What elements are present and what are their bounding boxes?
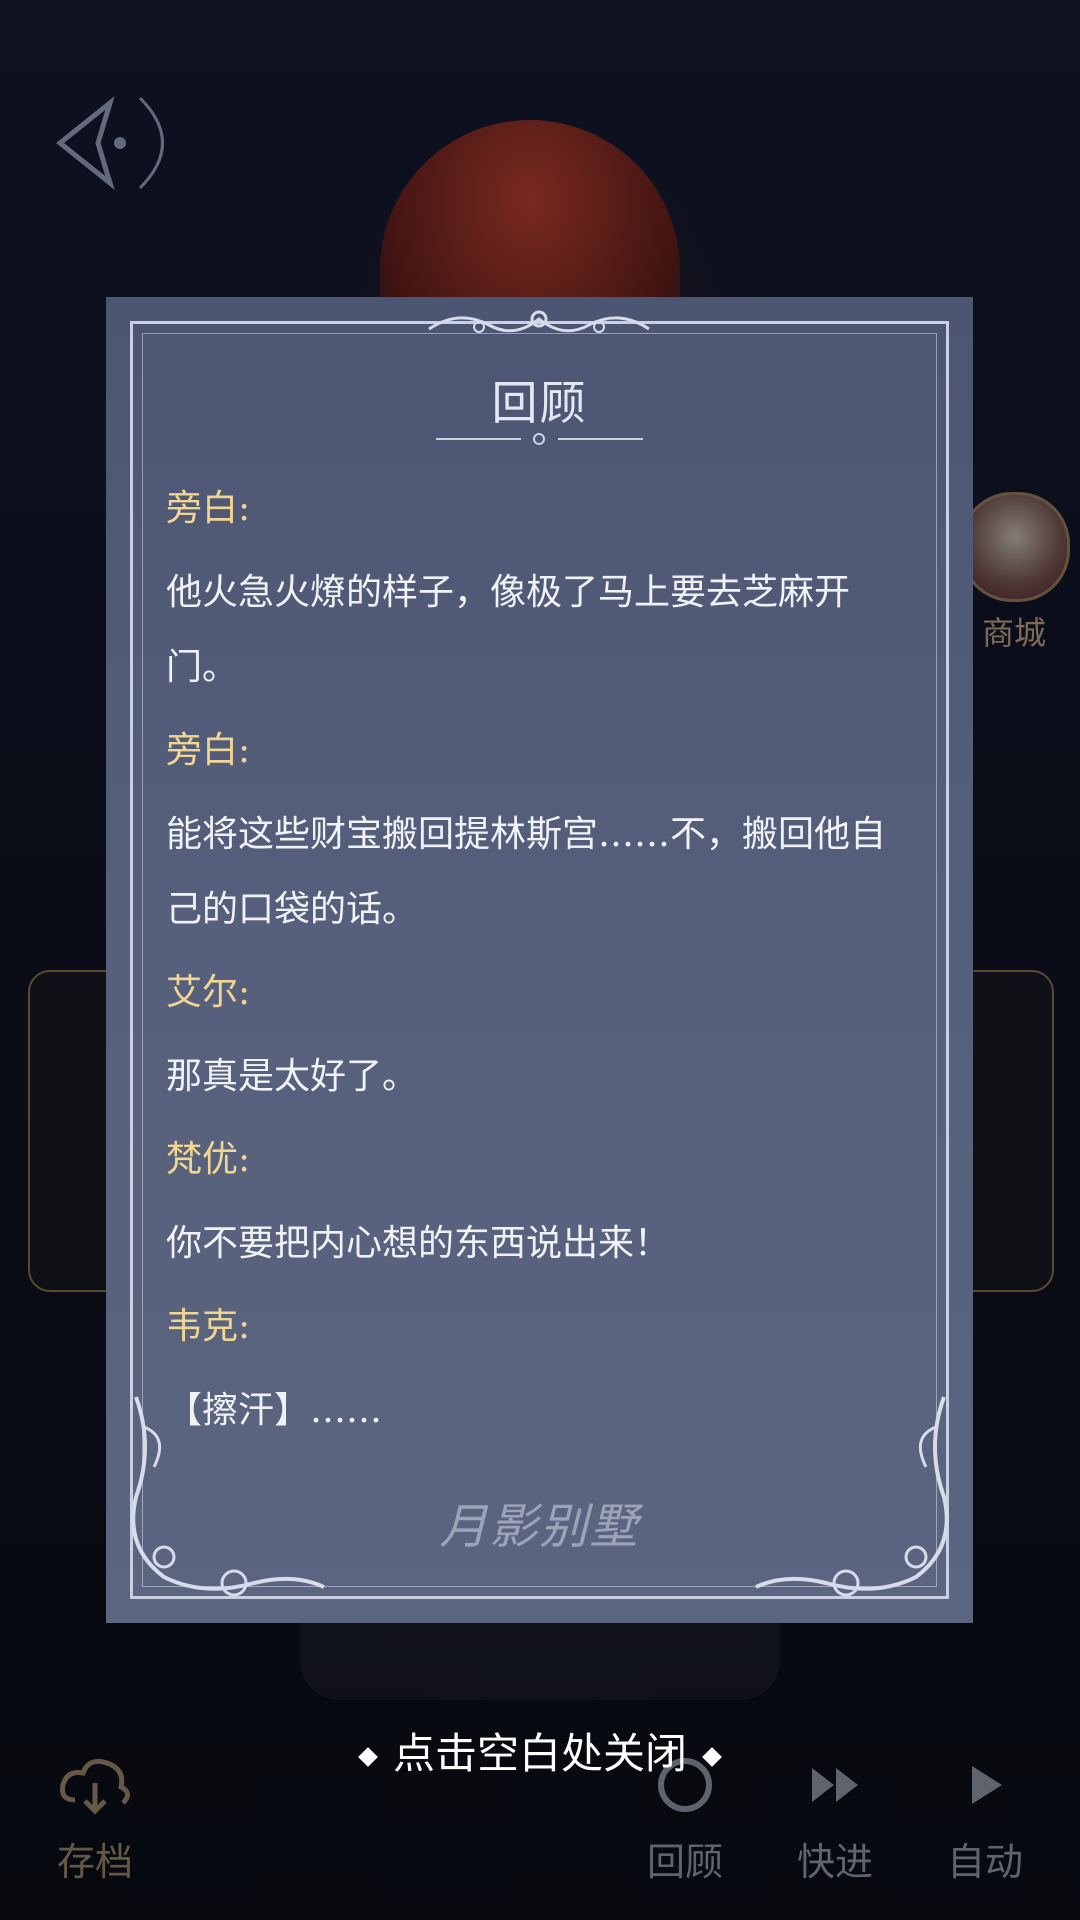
speaker-name: 旁白: <box>166 488 251 529</box>
review-label: 回顾 <box>646 1840 723 1884</box>
close-hint-text: 点击空白处关闭 <box>392 1729 687 1778</box>
back-arrow-icon <box>55 96 164 190</box>
speaker-name: 旁白: <box>166 730 251 771</box>
shop-button[interactable]: 商城 <box>960 492 1070 654</box>
diamond-icon <box>358 1747 378 1767</box>
save-label: 存档 <box>56 1840 133 1884</box>
review-log: 旁白: 他火急火燎的样子，像极了马上要去芝麻开门。 旁白: 能将这些财宝搬回提林… <box>166 481 916 1466</box>
auto-label: 自动 <box>946 1840 1023 1884</box>
back-button[interactable] <box>50 88 190 198</box>
close-hint[interactable]: 点击空白处关闭 <box>0 1720 1080 1781</box>
diamond-icon <box>702 1747 722 1767</box>
dialogue-line: 你不要把内心想的东西说出来！ <box>166 1223 671 1264</box>
title-divider-icon <box>436 433 643 445</box>
panel-title: 回顾 <box>491 376 588 430</box>
shop-label: 商城 <box>981 614 1046 652</box>
speaker-name: 梵优: <box>166 1139 251 1180</box>
dialogue-line: 他火急火燎的样子，像极了马上要去芝麻开门。 <box>166 572 851 688</box>
fast-forward-label: 快进 <box>796 1840 873 1884</box>
dialogue-line: 能将这些财宝搬回提林斯宫……不，搬回他自己的口袋的话。 <box>166 814 887 930</box>
top-ornament-icon <box>428 310 650 333</box>
game-logo-watermark: 月影别墅 <box>439 1499 640 1555</box>
dialogue-line: 那真是太好了。 <box>166 1056 419 1097</box>
shop-avatar-icon <box>960 492 1070 602</box>
review-panel: 回顾 旁白: 他火急火燎的样子，像极了马上要去芝麻开门。 旁白: 能将这些财宝搬… <box>106 297 973 1623</box>
speaker-name: 韦克: <box>166 1306 251 1347</box>
speaker-name: 艾尔: <box>166 972 251 1013</box>
dialogue-line: 【擦汗】…… <box>166 1390 383 1431</box>
